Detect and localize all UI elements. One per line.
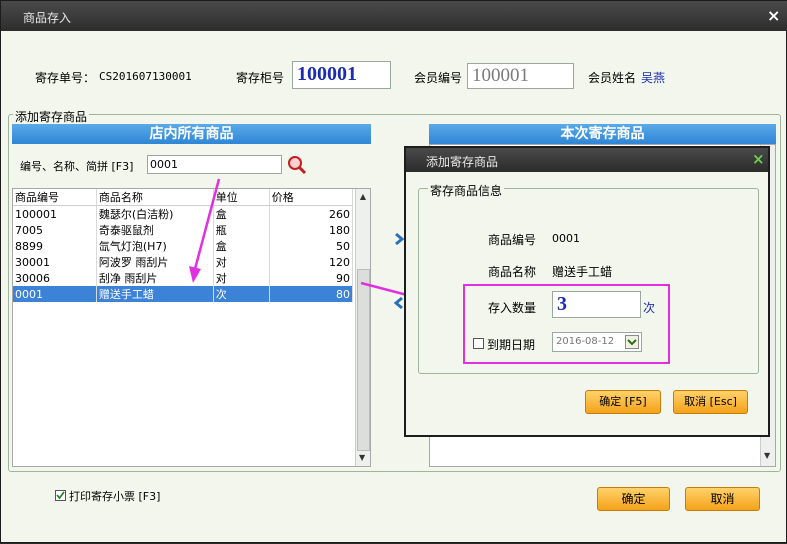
annotation-arrowhead-1	[189, 266, 201, 283]
dialog-name-label: 商品名称	[488, 265, 537, 279]
dialog-ok-button[interactable]: 确定 [F5]	[585, 390, 661, 414]
dialog-code-label: 商品编号	[488, 233, 537, 247]
dialog-title-bar: 添加寄存商品 ×	[406, 148, 768, 172]
dialog-qty-label: 存入数量	[488, 301, 537, 315]
qty-unit: 次	[643, 301, 656, 315]
dialog-code-value: 0001	[552, 232, 580, 245]
annotation-arrow-1	[193, 178, 221, 270]
expiry-checkbox[interactable]	[473, 338, 484, 349]
dialog-name-value: 赠送手工蜡	[552, 265, 613, 279]
dialog-group-label: 寄存商品信息	[428, 182, 505, 199]
dialog-title: 添加寄存商品	[426, 155, 499, 169]
main-window: 商品存入 × 寄存单号： CS201607130001 寄存柜号 100001 …	[0, 0, 787, 543]
expiry-label: 到期日期	[487, 338, 536, 352]
dialog-close-icon[interactable]: ×	[752, 150, 765, 168]
dialog-cancel-button[interactable]: 取消 [Esc]	[673, 390, 748, 414]
qty-value: 3	[557, 293, 567, 315]
expiry-date-picker[interactable]: 2016-08-12	[552, 332, 642, 352]
expiry-date-value: 2016-08-12	[556, 336, 615, 347]
add-deposit-dialog: 添加寄存商品 × 寄存商品信息 商品编号 0001 商品名称 赠送手工蜡 存入数…	[404, 146, 770, 437]
chevron-down-icon[interactable]	[625, 335, 639, 349]
qty-input[interactable]: 3	[552, 291, 641, 318]
